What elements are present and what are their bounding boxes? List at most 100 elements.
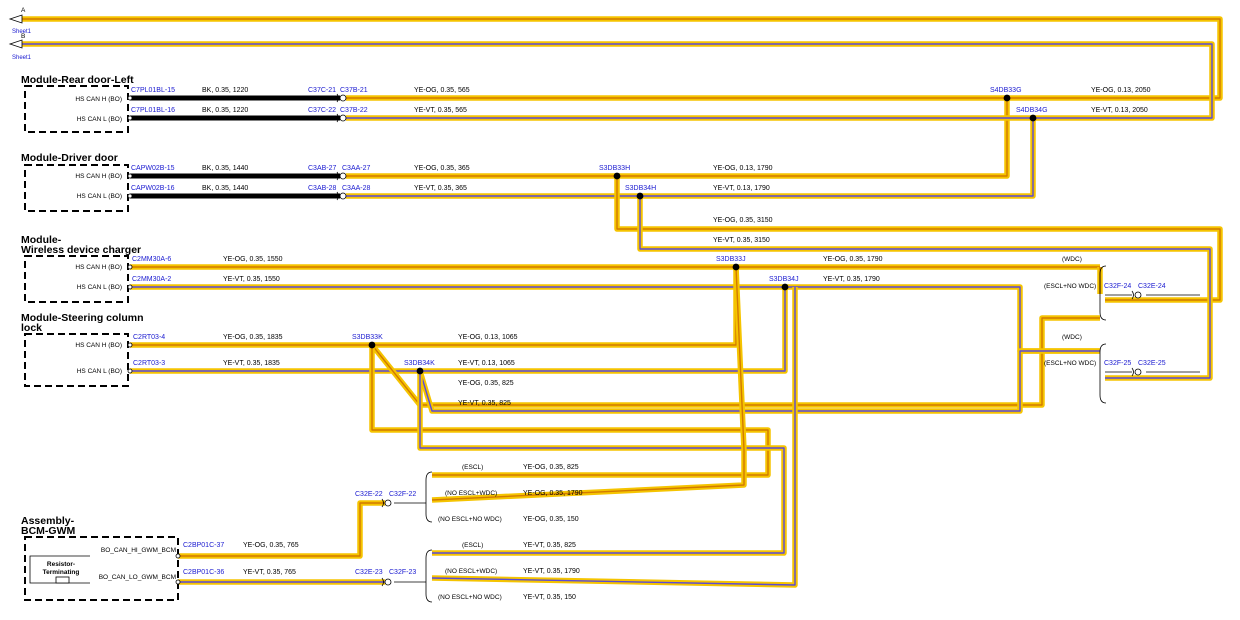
- connector-label[interactable]: C32F-23: [389, 569, 416, 576]
- connector-label[interactable]: C2BP01C-37: [183, 542, 224, 549]
- connector-label[interactable]: C32E-23: [355, 569, 383, 576]
- splice-label[interactable]: S3DB33K: [352, 334, 383, 341]
- connector-label[interactable]: CAPW02B-15: [131, 165, 175, 172]
- pin-can-lo: BO_CAN_LO_GWM_BCM: [99, 574, 176, 581]
- connector-label[interactable]: C32F-24: [1104, 283, 1131, 290]
- splice-dot: [1003, 94, 1011, 102]
- variant-bracket: [1099, 343, 1107, 404]
- connector-label[interactable]: C32F-22: [389, 491, 416, 498]
- wire-escl-drop-vt[interactable]: [417, 371, 787, 556]
- wire-spec: YE-VT, 0.35, 825: [523, 542, 576, 549]
- connector-label[interactable]: C3AA-27: [342, 165, 371, 172]
- wire-825-vt[interactable]: [417, 348, 1100, 414]
- offsheet-letter-b: B: [21, 33, 25, 40]
- pin-terminal: [127, 342, 133, 348]
- connector-label[interactable]: C37C-21: [308, 87, 336, 94]
- pin-terminal: [127, 173, 133, 179]
- inline-connector-icon: [339, 172, 347, 180]
- connector-label[interactable]: C3AB-28: [308, 185, 337, 192]
- wire-spec: YE-VT, 0.13, 2050: [1091, 107, 1148, 114]
- connector-label[interactable]: C32E-24: [1138, 283, 1166, 290]
- connector-label[interactable]: C2MM30A-2: [132, 276, 171, 283]
- module-wireless-charger[interactable]: Module- Wireless device charger HS CAN H…: [21, 234, 141, 303]
- wire-spec: BK, 0.35, 1220: [202, 107, 248, 114]
- module-title: Module-Rear door-Left: [21, 74, 134, 86]
- wire-stripe: [372, 267, 737, 346]
- resistor-icon: [55, 576, 70, 584]
- connector-label[interactable]: C7PL01BL-16: [131, 107, 175, 114]
- connector-label[interactable]: C37C-22: [308, 107, 336, 114]
- splice-label[interactable]: S4DB34G: [1016, 107, 1048, 114]
- connector-label[interactable]: C2MM30A-6: [132, 256, 171, 263]
- module-rear-door-left[interactable]: Module-Rear door-Left HS CAN H (BO) HS C…: [21, 74, 134, 133]
- pin-terminal: [127, 95, 133, 101]
- wire-spec: YE-OG, 0.35, 825: [458, 380, 514, 387]
- inline-connector-icon: [1131, 367, 1134, 377]
- connector-label[interactable]: C3AA-28: [342, 185, 371, 192]
- wire-spec: BK, 0.35, 1440: [202, 165, 248, 172]
- wire-spec: YE-OG, 0.35, 365: [414, 165, 470, 172]
- resistor-label-line2: Terminating: [43, 569, 80, 576]
- wire-spec: YE-VT, 0.35, 365: [414, 185, 467, 192]
- offsheet-arrow-a[interactable]: [8, 14, 23, 24]
- inline-connector-icon: [339, 94, 347, 102]
- connector-label[interactable]: C32E-25: [1138, 360, 1166, 367]
- pin-can-hi: BO_CAN_HI_GWM_BCM: [101, 547, 176, 554]
- connector-label[interactable]: C37B-21: [340, 87, 368, 94]
- connector-label[interactable]: C2RT03-3: [133, 360, 165, 367]
- pin-can-h: HS CAN H (BO): [75, 173, 122, 180]
- module-title-line2: BCM-GWM: [21, 525, 75, 537]
- splice-label[interactable]: S4DB33G: [990, 87, 1022, 94]
- wire-spec: YE-VT, 0.35, 1550: [223, 276, 280, 283]
- splice-label[interactable]: S3DB34H: [625, 185, 656, 192]
- offsheet-arrow-b[interactable]: [8, 39, 23, 49]
- inline-connector-icon: [1134, 291, 1142, 299]
- splice-dot: [781, 283, 789, 291]
- connector-label[interactable]: C3AB-27: [308, 165, 337, 172]
- wire-1065-og[interactable]: [372, 267, 739, 348]
- splice-dot: [1029, 114, 1037, 122]
- wire-spec: YE-VT, 0.13, 1065: [458, 360, 515, 367]
- splice-label[interactable]: S3DB33H: [599, 165, 630, 172]
- connector-label[interactable]: C32F-25: [1104, 360, 1131, 367]
- wire-insulation: [417, 371, 787, 556]
- connector-label[interactable]: C37B-22: [340, 107, 368, 114]
- wiring-diagram: A Sheet1 B Sheet1 Module-Rear door-Left …: [8, 7, 1223, 603]
- connector-label[interactable]: CAPW02B-16: [131, 185, 175, 192]
- pin-terminal: [127, 368, 133, 374]
- wire-stripe: [130, 286, 1100, 352]
- wire-spec: YE-OG, 0.13, 2050: [1091, 87, 1151, 94]
- connector-label[interactable]: C32E-22: [355, 491, 383, 498]
- connector-label[interactable]: C7PL01BL-15: [131, 87, 175, 94]
- wire-spec: YE-OG, 0.13, 1790: [713, 165, 773, 172]
- pin-terminal: [127, 193, 133, 199]
- wire-spec: YE-OG, 0.35, 1835: [223, 334, 283, 341]
- wire-insulation: [130, 284, 1100, 354]
- module-steering-column-lock[interactable]: Module-Steering column lock HS CAN H (BO…: [21, 312, 144, 387]
- splice-label[interactable]: S3DB33J: [716, 256, 746, 263]
- splice-label[interactable]: S3DB34J: [769, 276, 799, 283]
- module-title-line2: lock: [21, 322, 42, 334]
- wire-insulation: [372, 267, 739, 348]
- wire-insulation: [420, 287, 788, 374]
- pin-terminal: [127, 284, 133, 290]
- module-driver-door[interactable]: Module-Driver door HS CAN H (BO) HS CAN …: [21, 152, 129, 212]
- wire-layer: [22, 16, 1223, 588]
- assembly-bcm-gwm[interactable]: Assembly- BCM-GWM BO_CAN_HI_GWM_BCM BO_C…: [21, 515, 179, 601]
- wire-spec: YE-OG, 0.35, 3150: [713, 217, 773, 224]
- wire-spec: YE-VT, 0.35, 565: [414, 107, 467, 114]
- wire-spec: YE-VT, 0.35, 150: [523, 594, 576, 601]
- splice-label[interactable]: S3DB34K: [404, 360, 435, 367]
- connector-label[interactable]: C2BP01C-36: [183, 569, 224, 576]
- inline-connector-icon: [384, 499, 392, 507]
- wire-spec: YE-VT, 0.35, 765: [243, 569, 296, 576]
- variant-bracket: [425, 471, 433, 523]
- wire-1065-vt[interactable]: [420, 287, 788, 374]
- offsheet-sheet-b[interactable]: Sheet1: [12, 55, 32, 61]
- wire-charger-l[interactable]: [130, 284, 1100, 354]
- terminating-resistor: Resistor- Terminating: [29, 555, 90, 584]
- pin-can-l: HS CAN L (BO): [77, 116, 122, 123]
- variant-label: (WDC): [1062, 256, 1082, 263]
- connector-label[interactable]: C2RT03-4: [133, 334, 165, 341]
- pin-can-h: HS CAN H (BO): [75, 264, 122, 271]
